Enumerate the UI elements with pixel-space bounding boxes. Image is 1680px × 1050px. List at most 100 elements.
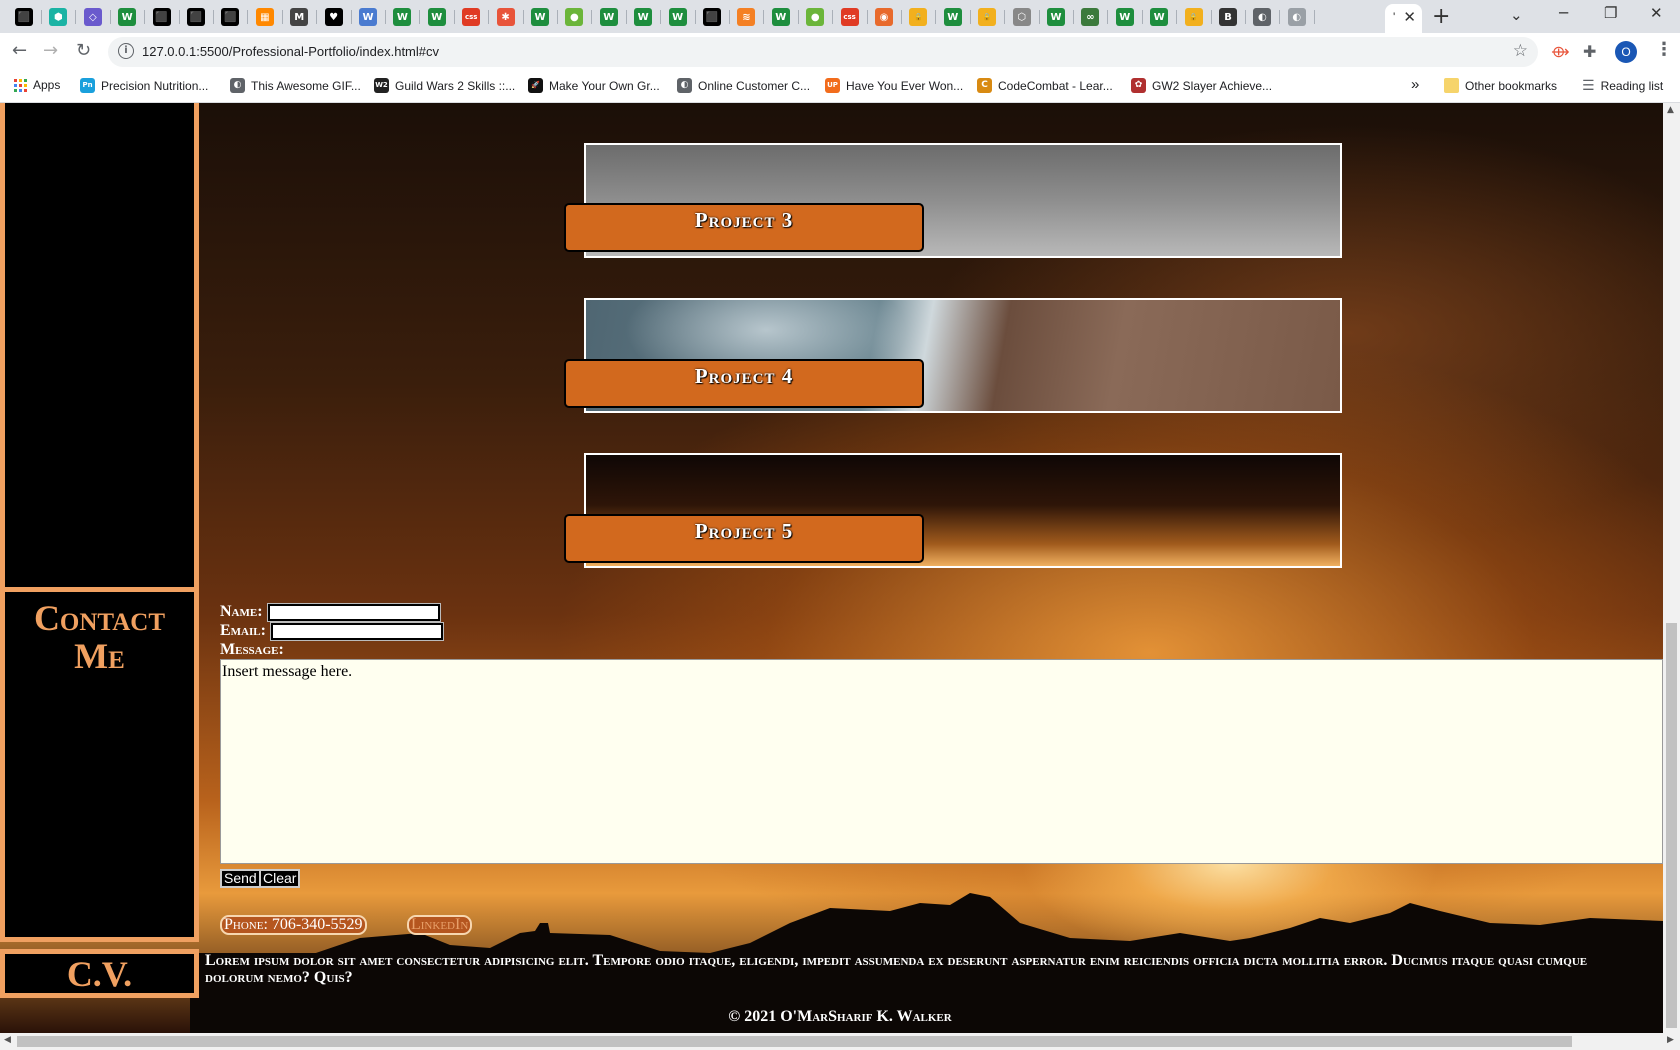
bookmark-item[interactable]: C CodeCombat - Lear... bbox=[977, 78, 1113, 93]
tab-icon-34[interactable]: W bbox=[1150, 8, 1169, 26]
profile-avatar[interactable]: O bbox=[1615, 41, 1637, 63]
reading-list[interactable]: ☰ Reading list bbox=[1582, 78, 1663, 94]
extension-icon[interactable]: ⟴ bbox=[1551, 42, 1570, 61]
email-field[interactable] bbox=[270, 622, 444, 641]
tab-separator bbox=[1004, 10, 1006, 24]
browser-toolbar: ← → ↻ i 127.0.0.1:5500/Professional-Port… bbox=[0, 33, 1680, 71]
active-tab[interactable]: ' ✕ bbox=[1385, 4, 1422, 33]
tab-icon-21[interactable]: ⬛ bbox=[703, 8, 721, 26]
tab-separator bbox=[557, 10, 558, 24]
tab-icon-2[interactable]: ⬢ bbox=[49, 8, 68, 26]
up-icon: UP bbox=[825, 78, 840, 93]
bookmark-star-icon[interactable]: ☆ bbox=[1513, 41, 1528, 61]
address-bar[interactable]: i 127.0.0.1:5500/Professional-Portfolio/… bbox=[108, 37, 1538, 67]
bookmark-item[interactable]: ◐ Online Customer C... bbox=[677, 78, 810, 93]
tab-icon-35[interactable]: 🔒 bbox=[1184, 8, 1203, 26]
close-tab-icon[interactable]: ✕ bbox=[1403, 8, 1416, 26]
bookmark-item[interactable]: W2 Guild Wars 2 Skills ::... bbox=[374, 78, 515, 93]
page-viewport: Contact Me C.V. Project 3 Project 4 Proj… bbox=[0, 103, 1663, 1033]
tab-icon-38[interactable]: ◐ bbox=[1287, 8, 1306, 26]
tab-icon-9[interactable]: M bbox=[290, 8, 309, 26]
bookmark-item[interactable]: ◐ This Awesome GIF... bbox=[230, 78, 361, 93]
scroll-right-icon[interactable]: ▶ bbox=[1667, 1035, 1674, 1045]
tab-icon-17[interactable]: ● bbox=[565, 8, 584, 26]
tab-icon-24[interactable]: ● bbox=[806, 8, 825, 26]
tab-icon-16[interactable]: W bbox=[531, 8, 549, 26]
reload-icon[interactable]: ↻ bbox=[76, 40, 91, 61]
project-5-button[interactable]: Project 5 bbox=[564, 514, 924, 563]
tab-icon-32[interactable]: ∞ bbox=[1081, 8, 1100, 26]
tab-icon-22[interactable]: ≋ bbox=[737, 8, 756, 26]
tab-icon-7[interactable]: ⬛ bbox=[221, 8, 240, 26]
tab-icon-27[interactable]: 🔒 bbox=[909, 8, 928, 26]
tab-separator bbox=[625, 10, 627, 24]
linkedin-link[interactable]: LinkedIn bbox=[407, 915, 473, 935]
horizontal-scroll-thumb[interactable] bbox=[17, 1036, 1572, 1047]
tab-icon-14[interactable]: css bbox=[462, 8, 481, 26]
tab-icon-28[interactable]: W bbox=[943, 8, 962, 26]
new-tab-button[interactable]: + bbox=[1432, 4, 1450, 29]
message-textarea[interactable] bbox=[220, 659, 1663, 864]
tab-icon-15[interactable]: ✱ bbox=[496, 8, 515, 26]
back-icon[interactable]: ← bbox=[12, 40, 27, 61]
bookmark-label: This Awesome GIF... bbox=[251, 78, 361, 93]
tab-icon-29[interactable]: 🔒 bbox=[978, 8, 997, 26]
tab-icon-6[interactable]: ⬛ bbox=[187, 8, 205, 26]
bookmark-item[interactable]: 🚀 Make Your Own Gr... bbox=[528, 78, 660, 93]
tab-icon-23[interactable]: W bbox=[771, 8, 790, 26]
other-bookmarks[interactable]: Other bookmarks bbox=[1444, 78, 1557, 93]
site-info-icon[interactable]: i bbox=[118, 43, 134, 59]
phone-link[interactable]: Phone: 706-340-5529 bbox=[220, 915, 367, 935]
tab-separator bbox=[935, 10, 937, 24]
tab-icon-4[interactable]: W bbox=[118, 8, 137, 26]
tab-icon-20[interactable]: W bbox=[668, 8, 687, 26]
tab-separator bbox=[763, 10, 765, 24]
tab-separator bbox=[453, 10, 455, 24]
clear-button[interactable]: Clear bbox=[259, 869, 301, 888]
tab-icon-1[interactable]: ⬛ bbox=[15, 8, 33, 26]
bookmark-item[interactable]: ✿ GW2 Slayer Achieve... bbox=[1131, 78, 1272, 93]
tab-separator bbox=[247, 10, 249, 24]
menu-icon[interactable]: ⋮ bbox=[1655, 39, 1673, 60]
puzzle-icon[interactable]: ✚ bbox=[1583, 42, 1596, 61]
close-window-icon[interactable]: ✕ bbox=[1650, 4, 1663, 22]
scroll-up-icon[interactable]: ▲ bbox=[1667, 105, 1674, 115]
tab-icon-33[interactable]: W bbox=[1115, 8, 1134, 26]
restore-icon[interactable]: ❐ bbox=[1604, 4, 1617, 22]
tab-icon-3[interactable]: ◇ bbox=[83, 8, 102, 26]
tab-icon-26[interactable]: ◉ bbox=[875, 8, 893, 26]
tab-icon-18[interactable]: W bbox=[599, 8, 618, 26]
tab-icon-5[interactable]: ⬛ bbox=[152, 8, 171, 26]
bookmark-item[interactable]: Apps bbox=[14, 78, 60, 92]
tab-icon-8[interactable]: ▦ bbox=[255, 8, 274, 26]
bookmark-item[interactable]: Pn Precision Nutrition... bbox=[80, 78, 208, 93]
tab-separator bbox=[178, 10, 180, 24]
tab-icon-25[interactable]: css bbox=[840, 8, 859, 26]
project-4-button[interactable]: Project 4 bbox=[564, 359, 924, 408]
vertical-scroll-thumb[interactable] bbox=[1666, 623, 1677, 1028]
gw2-slayer-icon: ✿ bbox=[1131, 78, 1146, 93]
tab-search-icon[interactable]: ⌄ bbox=[1510, 6, 1523, 24]
tab-icon-36[interactable]: B bbox=[1219, 8, 1237, 26]
tab-icon-13[interactable]: W bbox=[427, 8, 446, 26]
tab-icon-10[interactable]: ♥ bbox=[324, 8, 343, 26]
scroll-left-icon[interactable]: ◀ bbox=[4, 1035, 11, 1045]
url-text[interactable]: 127.0.0.1:5500/Professional-Portfolio/in… bbox=[142, 44, 439, 59]
bookmarks-overflow-icon[interactable]: » bbox=[1411, 76, 1419, 93]
bookmark-item[interactable]: UP Have You Ever Won... bbox=[825, 78, 963, 93]
send-button[interactable]: Send bbox=[220, 869, 261, 888]
tab-separator bbox=[75, 10, 77, 24]
tab-icon-19[interactable]: W bbox=[634, 8, 653, 26]
forward-icon[interactable]: → bbox=[43, 40, 58, 61]
horizontal-scrollbar[interactable]: ◀ ▶ bbox=[0, 1033, 1680, 1050]
project-3-button[interactable]: Project 3 bbox=[564, 203, 924, 252]
tab-icon-30[interactable]: ⬡ bbox=[1012, 8, 1031, 26]
tab-icon-37[interactable]: ◐ bbox=[1253, 8, 1272, 26]
tab-icon-11[interactable]: W bbox=[359, 8, 377, 26]
vertical-scrollbar[interactable]: ▲ bbox=[1663, 103, 1680, 1033]
tab-icon-12[interactable]: W bbox=[393, 8, 412, 26]
tab-icon-31[interactable]: W bbox=[1047, 8, 1065, 26]
name-field[interactable] bbox=[267, 603, 441, 622]
minimize-icon[interactable]: ─ bbox=[1559, 4, 1568, 22]
reading-list-icon: ☰ bbox=[1582, 78, 1595, 94]
